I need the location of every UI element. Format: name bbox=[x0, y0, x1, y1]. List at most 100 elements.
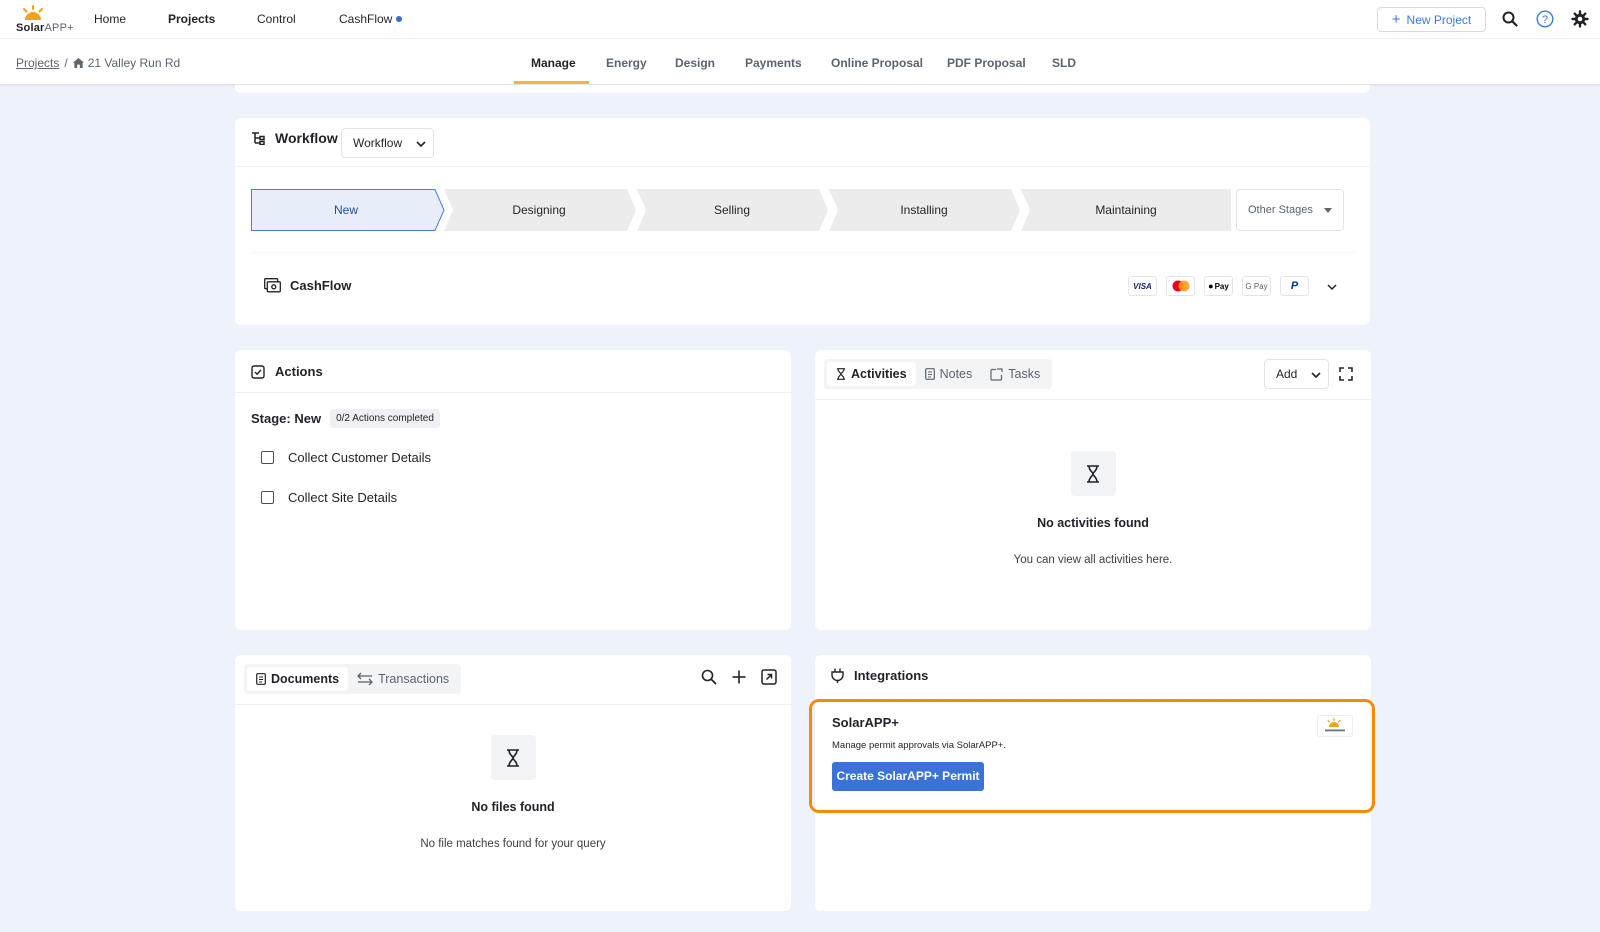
tab-documents[interactable]: Documents bbox=[247, 667, 349, 691]
action-item[interactable]: Collect Customer Details bbox=[261, 450, 431, 465]
breadcrumb-projects[interactable]: Projects bbox=[16, 56, 59, 70]
previous-card-edge bbox=[235, 85, 1370, 93]
gear-icon bbox=[1571, 10, 1589, 28]
activities-empty-state: No activities found You can view all act… bbox=[815, 451, 1371, 566]
integration-name: SolarAPP+ bbox=[832, 715, 899, 730]
action-checkbox[interactable] bbox=[261, 491, 274, 504]
hourglass-icon bbox=[837, 368, 845, 380]
solarapp-logo[interactable]: SolarAPP+ bbox=[16, 5, 76, 35]
workflow-select[interactable]: Workflow bbox=[341, 128, 434, 158]
tab-pdf-proposal[interactable]: PDF Proposal bbox=[947, 56, 1026, 70]
tab-online-proposal[interactable]: Online Proposal bbox=[831, 56, 923, 70]
chevron-down-icon bbox=[1311, 372, 1321, 379]
tab-transactions[interactable]: Transactions bbox=[348, 667, 458, 691]
top-navbar: SolarAPP+ Home Projects Control CashFlow… bbox=[0, 0, 1600, 39]
integrations-title: Integrations bbox=[854, 668, 929, 683]
action-item[interactable]: Collect Site Details bbox=[261, 490, 397, 505]
actions-completed-badge: 0/2 Actions completed bbox=[330, 409, 440, 428]
tab-notes-label: Notes bbox=[939, 367, 973, 381]
action-label: Collect Site Details bbox=[288, 490, 398, 505]
chevron-down-icon bbox=[416, 141, 426, 148]
tab-energy[interactable]: Energy bbox=[606, 56, 647, 70]
actions-header: Actions bbox=[251, 364, 323, 379]
apple-pay-label: Pay bbox=[1214, 281, 1229, 291]
active-tab-indicator bbox=[514, 81, 589, 84]
mastercard-icon bbox=[1166, 276, 1195, 296]
documents-empty-state: No files found No file matches found for… bbox=[235, 735, 791, 850]
help-button[interactable]: ? bbox=[1534, 8, 1556, 30]
cashflow-row: CashFlow bbox=[264, 278, 351, 293]
breadcrumb-address: 21 Valley Run Rd bbox=[87, 56, 181, 70]
create-permit-button[interactable]: Create SolarAPP+ Permit bbox=[832, 762, 984, 791]
stage-maintaining[interactable]: Maintaining bbox=[1026, 189, 1226, 231]
stage-new[interactable]: New bbox=[251, 189, 441, 231]
action-label: Collect Customer Details bbox=[288, 450, 432, 465]
workflow-header: Workflow bbox=[251, 130, 338, 146]
other-stages-label: Other Stages bbox=[1248, 204, 1313, 216]
transfer-icon bbox=[357, 672, 373, 686]
search-icon bbox=[1502, 11, 1518, 27]
fullscreen-icon[interactable] bbox=[1339, 367, 1353, 381]
new-project-label: New Project bbox=[1406, 13, 1472, 27]
tab-notes[interactable]: Notes bbox=[916, 362, 982, 386]
activities-tabs: Activities Notes Tasks bbox=[824, 359, 1053, 389]
cashflow-icon bbox=[264, 278, 281, 293]
sun-icon bbox=[23, 5, 43, 20]
plus-icon[interactable] bbox=[731, 669, 747, 685]
new-project-button[interactable]: + New Project bbox=[1377, 7, 1486, 32]
hourglass-icon-box bbox=[1070, 451, 1116, 496]
tab-transactions-label: Transactions bbox=[378, 672, 450, 686]
workflow-card: Workflow Workflow New Designing Selling … bbox=[235, 118, 1370, 325]
google-pay-icon: G Pay bbox=[1242, 276, 1271, 296]
workflow-title: Workflow bbox=[275, 130, 338, 146]
tab-sld[interactable]: SLD bbox=[1052, 56, 1076, 70]
divider bbox=[235, 704, 791, 705]
hourglass-icon bbox=[1087, 464, 1099, 483]
plug-icon bbox=[831, 668, 844, 683]
empty-subtitle: No file matches found for your query bbox=[420, 838, 606, 850]
cashflow-title: CashFlow bbox=[290, 278, 352, 293]
empty-title: No files found bbox=[471, 800, 555, 814]
stage-designing[interactable]: Designing bbox=[449, 189, 629, 231]
stage-installing[interactable]: Installing bbox=[834, 189, 1014, 231]
nav-cashflow[interactable]: CashFlow bbox=[339, 12, 403, 26]
workflow-select-value: Workflow bbox=[353, 136, 403, 150]
documents-toolbar bbox=[701, 669, 777, 685]
divider bbox=[235, 392, 791, 393]
add-label: Add bbox=[1276, 367, 1298, 381]
note-icon bbox=[924, 368, 935, 380]
document-icon bbox=[256, 673, 266, 685]
breadcrumb: Projects / 21 Valley Run Rd bbox=[16, 56, 180, 70]
settings-button[interactable] bbox=[1569, 8, 1591, 30]
chevron-down-icon[interactable] bbox=[1326, 281, 1338, 293]
open-external-icon[interactable] bbox=[761, 669, 777, 685]
empty-title: No activities found bbox=[1037, 516, 1149, 530]
activities-card: Activities Notes Tasks Add No activities… bbox=[815, 350, 1371, 630]
notification-dot bbox=[396, 16, 403, 22]
nav-home[interactable]: Home bbox=[94, 12, 126, 26]
actions-card: Actions Stage: New 0/2 Actions completed… bbox=[235, 350, 791, 630]
solarapp-integration-logo bbox=[1317, 715, 1353, 737]
divider bbox=[815, 399, 1371, 400]
tab-payments[interactable]: Payments bbox=[745, 56, 802, 70]
tab-tasks[interactable]: Tasks bbox=[981, 362, 1049, 386]
nav-control[interactable]: Control bbox=[257, 12, 296, 26]
payment-methods: VISA ● Pay G Pay P bbox=[1128, 276, 1318, 296]
other-stages-dropdown[interactable]: Other Stages bbox=[1236, 189, 1344, 231]
workflow-stages: New Designing Selling Installing Maintai… bbox=[251, 189, 1231, 231]
tab-activities-label: Activities bbox=[851, 367, 907, 381]
integrations-card: Integrations SolarAPP+ Manage permit app… bbox=[809, 655, 1375, 911]
divider bbox=[235, 166, 1370, 167]
empty-subtitle: You can view all activities here. bbox=[1013, 554, 1173, 566]
search-icon[interactable] bbox=[701, 669, 717, 685]
stage-selling[interactable]: Selling bbox=[642, 189, 822, 231]
nav-projects[interactable]: Projects bbox=[168, 12, 215, 26]
search-button[interactable] bbox=[1499, 8, 1521, 30]
visa-icon: VISA bbox=[1128, 276, 1157, 296]
tab-manage[interactable]: Manage bbox=[531, 56, 576, 70]
action-checkbox[interactable] bbox=[261, 451, 274, 464]
tab-design[interactable]: Design bbox=[675, 56, 715, 70]
add-dropdown[interactable]: Add bbox=[1264, 359, 1329, 389]
actions-title: Actions bbox=[275, 364, 323, 379]
tab-activities[interactable]: Activities bbox=[827, 362, 916, 386]
